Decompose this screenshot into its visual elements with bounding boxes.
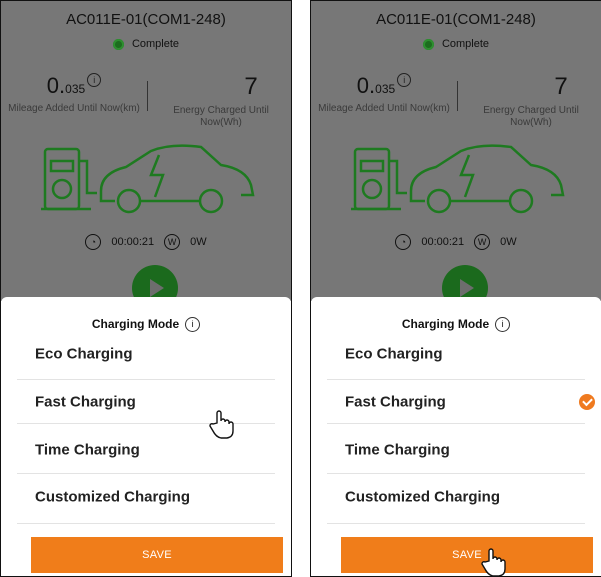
status-dot-icon (112, 38, 124, 50)
save-button[interactable]: SAVE (31, 537, 283, 573)
divider (327, 523, 585, 524)
clock-icon: ◔ (395, 234, 412, 250)
mileage-value-main: 0. (356, 73, 376, 98)
mode-label: Customized Charging (345, 488, 501, 506)
sheet-title-text: Charging Mode (401, 317, 490, 331)
mode-label: Customized Charging (35, 488, 191, 506)
power-value: 0W (500, 236, 517, 248)
mileage-stat: 0.035i Mileage Added Until Now(km) (1, 73, 147, 115)
power-value: 0W (190, 236, 207, 248)
status-row: Complete (1, 38, 291, 50)
mileage-label: Mileage Added Until Now(km) (8, 103, 140, 114)
save-button[interactable]: SAVE (341, 537, 593, 573)
mileage-value-main: 0. (46, 73, 66, 98)
power-icon: W (474, 234, 491, 250)
hand-pointer-icon (209, 410, 234, 439)
mode-label: Fast Charging (345, 393, 446, 411)
mode-eco-charging[interactable]: Eco Charging (1, 331, 291, 377)
status-text: Complete (441, 38, 490, 50)
charging-screen-left: AC011E-01(COM1-248) Complete 0.035i Mile… (0, 0, 292, 577)
charging-mode-sheet: Charging Mode i Eco Charging Fast Chargin… (311, 297, 601, 576)
status-row: Complete (311, 38, 601, 50)
mode-label: Eco Charging (35, 345, 133, 363)
energy-stat: 7 Energy Charged Until Now(Wh) (461, 73, 601, 129)
mode-label: Time Charging (345, 441, 450, 459)
energy-label: Energy Charged Until Now(Wh) (173, 105, 269, 128)
energy-label: Energy Charged Until Now(Wh) (483, 105, 579, 128)
timer-row: ◔ 00:00:21 W 0W (1, 234, 291, 250)
stats-divider (457, 81, 458, 111)
hand-pointer-icon (481, 548, 506, 576)
charging-screen-right: AC011E-01(COM1-248) Complete 0.035i Mile… (310, 0, 601, 577)
divider (327, 423, 585, 424)
device-title: AC011E-01(COM1-248) (376, 11, 536, 28)
energy-stat: 7 Energy Charged Until Now(Wh) (151, 73, 291, 129)
elapsed-time: 00:00:21 (421, 236, 465, 248)
stats-row: 0.035i Mileage Added Until Now(km) 7 Ene… (1, 73, 291, 143)
charging-mode-sheet: Charging Mode i Eco Charging Fast Chargin… (1, 297, 291, 576)
mileage-label: Mileage Added Until Now(km) (318, 103, 450, 114)
mileage-stat: 0.035i Mileage Added Until Now(km) (311, 73, 457, 115)
mode-customized-charging[interactable]: Customized Charging (311, 474, 601, 520)
charger-car-illustration-icon (351, 144, 565, 214)
mode-label: Eco Charging (345, 345, 443, 363)
status-text: Complete (131, 38, 180, 50)
stats-row: 0.035i Mileage Added Until Now(km) 7 Ene… (311, 73, 601, 143)
mileage-info-icon[interactable]: i (397, 73, 412, 87)
energy-value: 7 (554, 73, 568, 100)
mode-eco-charging[interactable]: Eco Charging (311, 331, 601, 377)
timer-row: ◔ 00:00:21 W 0W (311, 234, 601, 250)
mileage-info-icon[interactable]: i (87, 73, 102, 87)
stats-divider (147, 81, 148, 111)
selected-check-icon (579, 394, 595, 410)
status-dot-icon (422, 38, 434, 50)
charging-status-background: AC011E-01(COM1-248) Complete 0.035i Mile… (311, 1, 601, 311)
sheet-title-text: Charging Mode (91, 317, 180, 331)
energy-value: 7 (244, 73, 258, 100)
mode-time-charging[interactable]: Time Charging (1, 427, 291, 473)
mode-fast-charging[interactable]: Fast Charging (1, 379, 291, 425)
elapsed-time: 00:00:21 (111, 236, 155, 248)
mode-label: Fast Charging (35, 393, 136, 411)
divider (17, 423, 275, 424)
clock-icon: ◔ (85, 234, 102, 250)
charger-car-illustration-icon (41, 144, 255, 214)
mode-fast-charging[interactable]: Fast Charging (311, 379, 601, 425)
power-icon: W (164, 234, 181, 250)
mode-customized-charging[interactable]: Customized Charging (1, 474, 291, 520)
mode-label: Time Charging (35, 441, 140, 459)
mileage-value-decimal: 035 (65, 82, 86, 96)
charging-status-background: AC011E-01(COM1-248) Complete 0.035i Mile… (1, 1, 291, 311)
mode-time-charging[interactable]: Time Charging (311, 427, 601, 473)
mileage-value-decimal: 035 (375, 82, 396, 96)
divider (17, 523, 275, 524)
device-title: AC011E-01(COM1-248) (66, 11, 226, 28)
